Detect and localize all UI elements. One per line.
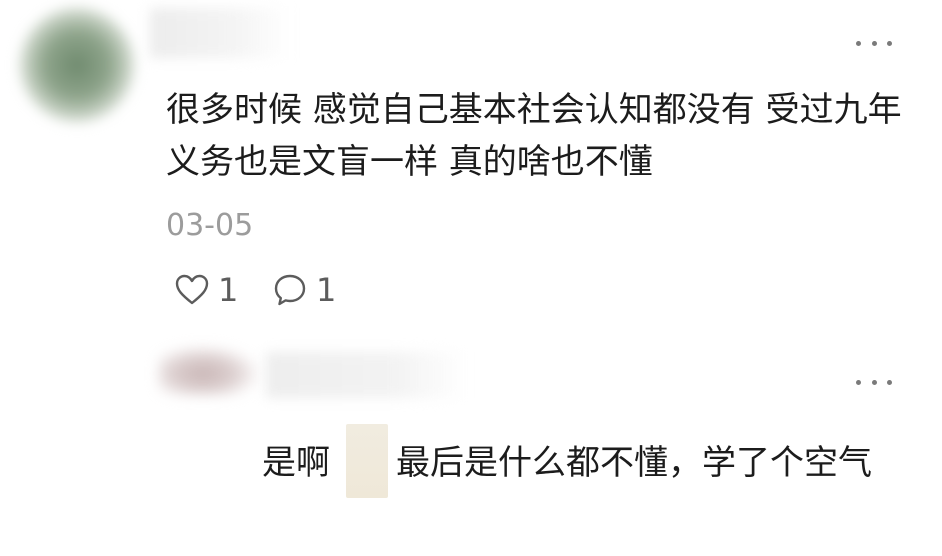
dot-icon <box>871 379 877 385</box>
comment-date: 03-05 <box>166 208 254 243</box>
dot-icon <box>887 40 892 46</box>
dot-icon <box>887 379 892 385</box>
reply-avatar[interactable] <box>158 346 258 396</box>
like-count: 1 <box>218 271 239 309</box>
dot-icon <box>856 40 861 46</box>
reply-count: 1 <box>316 271 337 309</box>
like-button[interactable]: 1 <box>174 268 238 312</box>
speech-bubble-icon <box>274 274 306 306</box>
reply-more-options-icon[interactable] <box>856 376 892 388</box>
reply-text-end: 最后是什么都不懂，学了个空气 <box>396 443 872 483</box>
reply-text-start: 是啊 <box>262 443 330 483</box>
reply-username-blurred[interactable] <box>266 352 466 398</box>
username-blurred[interactable] <box>150 8 290 58</box>
reply-text: 是啊 最后是什么都不懂，学了个空气 <box>262 424 902 498</box>
mention-blurred <box>346 424 388 498</box>
avatar[interactable] <box>18 6 136 124</box>
comment-thread: 很多时候 感觉自己基本社会认知都没有 受过九年义务也是文盲一样 真的啥也不懂 0… <box>0 0 942 556</box>
dot-icon <box>871 40 877 46</box>
comment-text: 很多时候 感觉自己基本社会认知都没有 受过九年义务也是文盲一样 真的啥也不懂 <box>166 90 902 182</box>
dot-icon <box>856 379 861 385</box>
reply-button[interactable]: 1 <box>272 268 336 312</box>
heart-outline-icon <box>175 274 209 305</box>
more-options-icon[interactable] <box>856 37 892 49</box>
